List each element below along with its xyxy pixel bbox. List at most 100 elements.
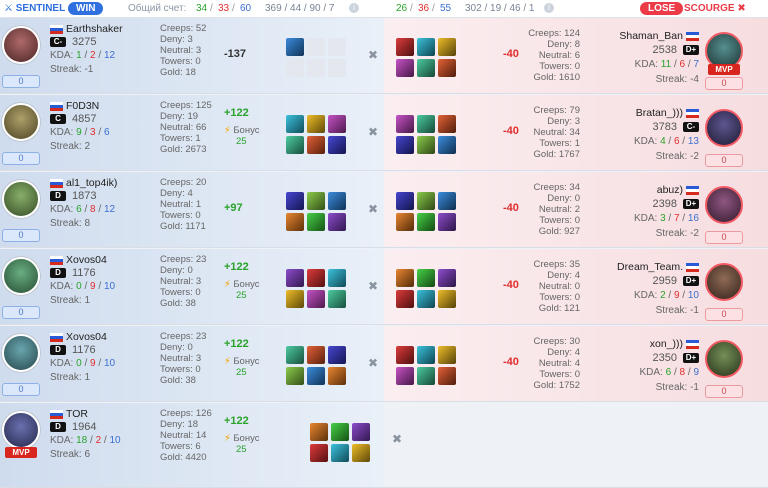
item-slot[interactable] <box>396 367 414 385</box>
info-icon[interactable]: i <box>544 3 554 13</box>
item-slot[interactable] <box>310 423 328 441</box>
info-icon[interactable]: i <box>349 3 359 13</box>
player-avatar[interactable] <box>705 109 743 147</box>
item-slot[interactable] <box>396 290 414 308</box>
item-slot[interactable] <box>307 346 325 364</box>
item-slot[interactable] <box>417 269 435 287</box>
vote-counter[interactable]: 0 <box>705 77 743 90</box>
item-slot[interactable] <box>417 346 435 364</box>
item-slot[interactable] <box>307 269 325 287</box>
item-slot[interactable] <box>438 346 456 364</box>
player-name[interactable]: xon_))) <box>650 338 683 350</box>
player-name[interactable]: Xovos04 <box>66 331 107 343</box>
item-slot[interactable] <box>417 213 435 231</box>
item-slot[interactable] <box>396 269 414 287</box>
item-slot[interactable] <box>438 290 456 308</box>
item-slot[interactable] <box>438 115 456 133</box>
item-slot[interactable] <box>328 115 346 133</box>
player-rating: 3275 <box>72 36 97 48</box>
item-slot[interactable] <box>328 59 346 77</box>
item-slot[interactable] <box>396 115 414 133</box>
item-slot[interactable] <box>328 136 346 154</box>
item-slot[interactable] <box>438 213 456 231</box>
item-slot[interactable] <box>286 290 304 308</box>
player-name[interactable]: al1_top4ik) <box>66 177 117 189</box>
player-name[interactable]: Shaman_Ban <box>619 30 683 42</box>
item-slot[interactable] <box>307 38 325 56</box>
item-slot[interactable] <box>328 38 346 56</box>
item-slot[interactable] <box>307 213 325 231</box>
player-name[interactable]: F0D3N <box>66 100 99 112</box>
item-slot[interactable] <box>417 192 435 210</box>
item-slot[interactable] <box>307 115 325 133</box>
item-slot[interactable] <box>396 136 414 154</box>
item-slot[interactable] <box>417 59 435 77</box>
item-slot[interactable] <box>328 213 346 231</box>
item-slot[interactable] <box>396 346 414 364</box>
item-slot[interactable] <box>328 290 346 308</box>
item-slot[interactable] <box>417 136 435 154</box>
item-slot[interactable] <box>307 59 325 77</box>
player-name[interactable]: TOR <box>66 408 88 420</box>
vote-counter[interactable]: 0 <box>2 152 40 165</box>
item-slot[interactable] <box>438 136 456 154</box>
item-slot[interactable] <box>438 38 456 56</box>
player-name[interactable]: Bratan_))) <box>636 107 683 119</box>
player-avatar[interactable] <box>705 340 743 378</box>
item-slot[interactable] <box>286 136 304 154</box>
item-slot[interactable] <box>307 367 325 385</box>
vote-counter[interactable]: 0 <box>2 75 40 88</box>
player-avatar[interactable] <box>2 334 40 372</box>
item-slot[interactable] <box>396 59 414 77</box>
player-avatar[interactable] <box>2 257 40 295</box>
item-slot[interactable] <box>438 269 456 287</box>
item-slot[interactable] <box>417 38 435 56</box>
player-name[interactable]: Earthshaker <box>66 23 123 35</box>
vote-counter[interactable]: 0 <box>705 308 743 321</box>
vote-counter[interactable]: 0 <box>705 385 743 398</box>
item-slot[interactable] <box>328 192 346 210</box>
item-slot[interactable] <box>331 423 349 441</box>
item-slot[interactable] <box>286 213 304 231</box>
player-name[interactable]: abuz) <box>657 184 683 196</box>
vote-counter[interactable]: 0 <box>2 306 40 319</box>
item-slot[interactable] <box>438 59 456 77</box>
player-avatar[interactable] <box>705 186 743 224</box>
player-avatar[interactable] <box>2 103 40 141</box>
item-slot[interactable] <box>396 213 414 231</box>
item-slot[interactable] <box>328 346 346 364</box>
item-slot[interactable] <box>286 192 304 210</box>
item-slot[interactable] <box>286 59 304 77</box>
player-avatar[interactable] <box>2 411 40 449</box>
item-slot[interactable] <box>286 367 304 385</box>
vote-counter[interactable]: 0 <box>705 154 743 167</box>
player-name[interactable]: Dream_Team. <box>617 261 683 273</box>
item-slot[interactable] <box>307 192 325 210</box>
vote-counter[interactable]: 0 <box>2 229 40 242</box>
item-slot[interactable] <box>417 367 435 385</box>
item-slot[interactable] <box>396 38 414 56</box>
vote-counter[interactable]: 0 <box>2 383 40 396</box>
player-avatar[interactable] <box>705 263 743 301</box>
item-slot[interactable] <box>417 115 435 133</box>
item-slot[interactable] <box>331 444 349 462</box>
item-slot[interactable] <box>307 136 325 154</box>
item-slot[interactable] <box>307 290 325 308</box>
item-slot[interactable] <box>352 423 370 441</box>
item-slot[interactable] <box>396 192 414 210</box>
item-slot[interactable] <box>438 192 456 210</box>
item-slot[interactable] <box>352 444 370 462</box>
item-slot[interactable] <box>328 269 346 287</box>
item-slot[interactable] <box>286 346 304 364</box>
item-slot[interactable] <box>286 115 304 133</box>
player-avatar[interactable] <box>2 180 40 218</box>
item-slot[interactable] <box>417 290 435 308</box>
item-slot[interactable] <box>286 269 304 287</box>
item-slot[interactable] <box>328 367 346 385</box>
item-slot[interactable] <box>438 367 456 385</box>
item-slot[interactable] <box>286 38 304 56</box>
player-name[interactable]: Xovos04 <box>66 254 107 266</box>
player-avatar[interactable] <box>2 26 40 64</box>
vote-counter[interactable]: 0 <box>705 231 743 244</box>
item-slot[interactable] <box>310 444 328 462</box>
